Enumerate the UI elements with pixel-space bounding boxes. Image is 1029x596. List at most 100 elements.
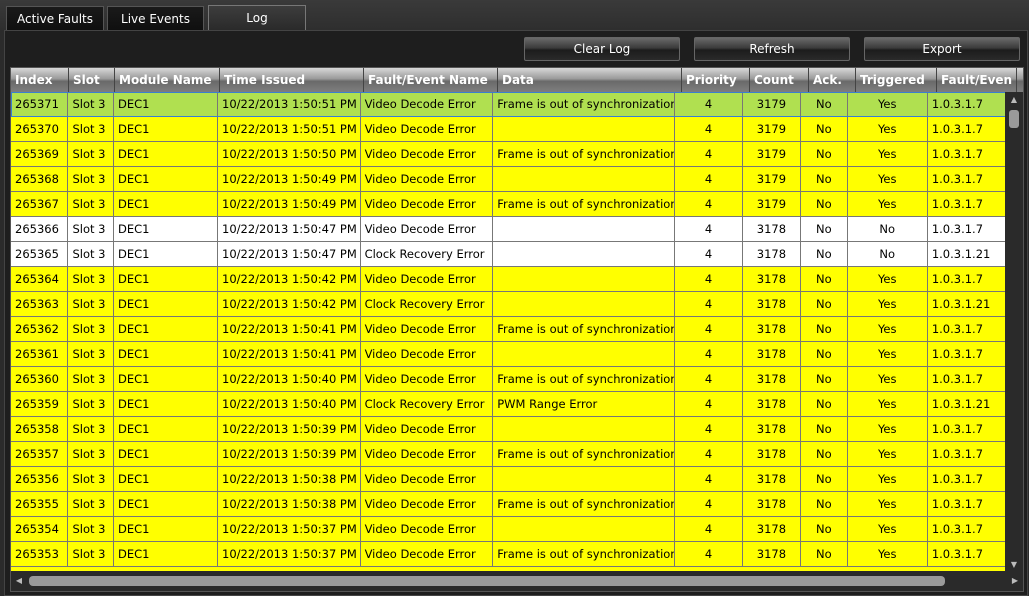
horizontal-scroll-thumb[interactable]: [29, 576, 945, 586]
cell-priority: 4: [675, 242, 743, 267]
column-header-triggered[interactable]: Triggered: [856, 68, 937, 92]
table-row[interactable]: 265355 Slot 3 DEC1 10/22/2013 1:50:38 PM Vid…: [11, 492, 1007, 517]
table-row[interactable]: 265362 Slot 3 DEC1 10/22/2013 1:50:41 PM Vid…: [11, 317, 1007, 342]
cell-slot: Slot 3: [68, 467, 115, 492]
column-header-fault-event-code[interactable]: Fault/Even: [937, 68, 1017, 92]
cell-fault-event-code: 1.0.3.1.7: [927, 142, 1007, 167]
up-arrow-icon[interactable]: ▲: [1005, 92, 1023, 108]
cell-priority: 4: [675, 117, 743, 142]
vertical-scroll-thumb[interactable]: [1009, 110, 1019, 128]
column-header-fault-event-name[interactable]: Fault/Event Name: [364, 68, 498, 92]
cell-data: [493, 217, 676, 242]
cell-ack: No: [801, 492, 848, 517]
cell-fault-event-code: 1.0.3.1.21: [927, 292, 1007, 317]
right-arrow-icon[interactable]: ▶: [1007, 571, 1023, 591]
table-row[interactable]: 265370 Slot 3 DEC1 10/22/2013 1:50:51 PM Vid…: [11, 117, 1007, 142]
cell-time-issued: 10/22/2013 1:50:39 PM: [218, 417, 361, 442]
cell-index: 265355: [11, 492, 69, 517]
cell-module-name: DEC1: [114, 292, 218, 317]
cell-fault-event-name: Video Decode Error: [360, 142, 494, 167]
cell-fault-event-code: 1.0.3.1.7: [927, 342, 1007, 367]
cell-ack: No: [801, 392, 848, 417]
table-row[interactable]: 265357 Slot 3 DEC1 10/22/2013 1:50:39 PM Vid…: [11, 442, 1007, 467]
table-row[interactable]: 265356 Slot 3 DEC1 10/22/2013 1:50:38 PM Vid…: [11, 467, 1007, 492]
cell-triggered: Yes: [847, 492, 928, 517]
cell-slot: Slot 3: [68, 167, 115, 192]
cell-slot: Slot 3: [68, 517, 115, 542]
cell-slot: Slot 3: [68, 242, 115, 267]
cell-data: PWM Range Error: [493, 392, 676, 417]
cell-ack: No: [801, 267, 848, 292]
tab-active-faults[interactable]: Active Faults: [6, 6, 104, 30]
column-header-data[interactable]: Data: [498, 68, 682, 92]
table-row[interactable]: 265369 Slot 3 DEC1 10/22/2013 1:50:50 PM Vid…: [11, 142, 1007, 167]
cell-fault-event-name: Video Decode Error: [360, 342, 494, 367]
table-row[interactable]: 265358 Slot 3 DEC1 10/22/2013 1:50:39 PM Vid…: [11, 417, 1007, 442]
cell-count: 3178: [742, 292, 802, 317]
cell-count: 3178: [742, 267, 802, 292]
column-header-module-name[interactable]: Module Name: [115, 68, 220, 92]
cell-data: Frame is out of synchronization: [493, 442, 676, 467]
table-row[interactable]: 265368 Slot 3 DEC1 10/22/2013 1:50:49 PM Vid…: [11, 167, 1007, 192]
table-row[interactable]: 265364 Slot 3 DEC1 10/22/2013 1:50:42 PM Vid…: [11, 267, 1007, 292]
cell-priority: 4: [675, 517, 743, 542]
cell-ack: No: [801, 542, 848, 567]
cell-count: 3178: [742, 517, 802, 542]
cell-fault-event-code: 1.0.3.1.7: [927, 367, 1007, 392]
cell-data: Frame is out of synchronization: [493, 92, 676, 117]
cell-count: 3178: [742, 217, 802, 242]
refresh-button[interactable]: Refresh: [694, 37, 850, 61]
cell-slot: Slot 3: [68, 217, 115, 242]
vertical-scrollbar[interactable]: ▲ ▼: [1005, 92, 1023, 573]
cell-priority: 4: [675, 492, 743, 517]
column-header-count[interactable]: Count: [750, 68, 809, 92]
cell-triggered: Yes: [847, 442, 928, 467]
cell-ack: No: [801, 167, 848, 192]
tab-live-events[interactable]: Live Events: [107, 6, 204, 30]
column-header-slot[interactable]: Slot: [69, 68, 115, 92]
table-row[interactable]: 265361 Slot 3 DEC1 10/22/2013 1:50:41 PM Vid…: [11, 342, 1007, 367]
cell-data: [493, 292, 676, 317]
cell-fault-event-code: 1.0.3.1.7: [927, 442, 1007, 467]
cell-ack: No: [801, 517, 848, 542]
table-row[interactable]: 265365 Slot 3 DEC1 10/22/2013 1:50:47 PM Clo…: [11, 242, 1007, 267]
left-arrow-icon[interactable]: ◀: [11, 571, 27, 591]
cell-module-name: DEC1: [114, 117, 218, 142]
column-header-index[interactable]: Index: [11, 68, 69, 92]
table-row[interactable]: 265363 Slot 3 DEC1 10/22/2013 1:50:42 PM Clo…: [11, 292, 1007, 317]
cell-module-name: DEC1: [114, 392, 218, 417]
cell-priority: 4: [675, 417, 743, 442]
table-row[interactable]: 265360 Slot 3 DEC1 10/22/2013 1:50:40 PM Vid…: [11, 367, 1007, 392]
cell-ack: No: [801, 92, 848, 117]
tab-log[interactable]: Log: [208, 5, 306, 30]
column-header-time-issued[interactable]: Time Issued: [220, 68, 364, 92]
export-button[interactable]: Export: [864, 37, 1020, 61]
cell-triggered: Yes: [847, 292, 928, 317]
cell-priority: 4: [675, 542, 743, 567]
cell-time-issued: 10/22/2013 1:50:39 PM: [218, 442, 361, 467]
cell-triggered: Yes: [847, 192, 928, 217]
cell-fault-event-code: 1.0.3.1.7: [927, 517, 1007, 542]
cell-index: 265363: [11, 292, 69, 317]
table-row[interactable]: 265353 Slot 3 DEC1 10/22/2013 1:50:37 PM Vid…: [11, 542, 1007, 567]
table-row[interactable]: 265359 Slot 3 DEC1 10/22/2013 1:50:40 PM Clo…: [11, 392, 1007, 417]
cell-time-issued: 10/22/2013 1:50:42 PM: [218, 292, 361, 317]
cell-time-issued: 10/22/2013 1:50:51 PM: [218, 117, 361, 142]
table-row[interactable]: 265371 Slot 3 DEC1 10/22/2013 1:50:51 PM Vid…: [11, 92, 1007, 117]
column-header-priority[interactable]: Priority: [682, 68, 750, 92]
table-row[interactable]: 265354 Slot 3 DEC1 10/22/2013 1:50:37 PM Vid…: [11, 517, 1007, 542]
cell-fault-event-code: 1.0.3.1.7: [927, 317, 1007, 342]
table-row[interactable]: 265367 Slot 3 DEC1 10/22/2013 1:50:49 PM Vid…: [11, 192, 1007, 217]
table-row[interactable]: 265366 Slot 3 DEC1 10/22/2013 1:50:47 PM Vid…: [11, 217, 1007, 242]
cell-index: 265361: [11, 342, 69, 367]
cell-fault-event-code: 1.0.3.1.7: [927, 217, 1007, 242]
column-header-ack[interactable]: Ack.: [809, 68, 856, 92]
cell-module-name: DEC1: [114, 92, 218, 117]
cell-index: 265367: [11, 192, 69, 217]
cell-ack: No: [801, 242, 848, 267]
horizontal-scrollbar[interactable]: ◀ ▶: [11, 571, 1023, 591]
cell-priority: 4: [675, 192, 743, 217]
clear-log-button[interactable]: Clear Log: [524, 37, 680, 61]
cell-data: [493, 167, 676, 192]
cell-fault-event-name: Video Decode Error: [360, 267, 494, 292]
